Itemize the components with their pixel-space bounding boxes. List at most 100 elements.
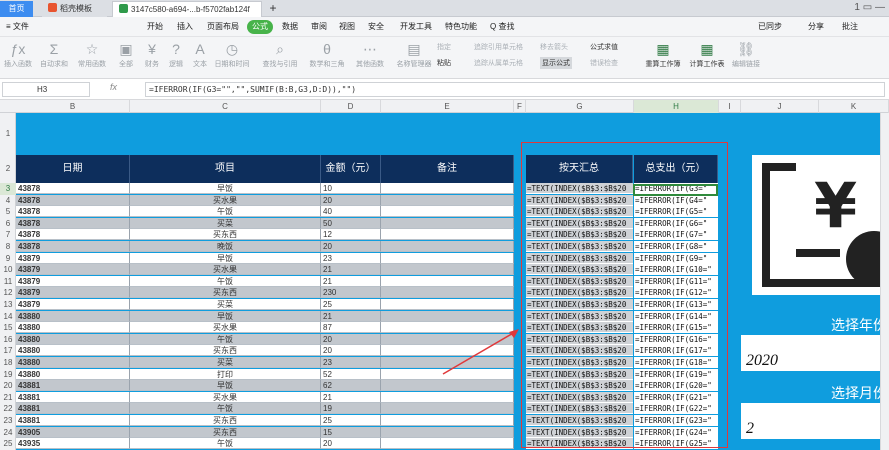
recalc-workbook-button[interactable]: ▦ 重算工作簿 [641,39,685,77]
item-cell[interactable]: 买水果 [130,391,321,403]
column-header-k[interactable]: K [819,100,889,113]
date-cell[interactable]: 43878 [16,217,130,229]
name-manager-button[interactable]: ▤ 名称管理器 [396,39,432,77]
note-cell[interactable] [381,275,514,287]
autosum-button[interactable]: Σ 自动求和 [36,39,72,77]
common-functions-button[interactable]: ☆ 常用函数 [74,39,110,77]
row-header-24[interactable]: 24 [0,427,16,439]
item-cell[interactable]: 午饭 [130,438,321,450]
column-header-b[interactable]: B [16,100,130,113]
paste-button[interactable]: 粘贴 [437,58,451,68]
date-cell[interactable]: 43880 [16,345,130,357]
note-cell[interactable] [381,299,514,310]
amount-cell[interactable]: 20 [321,194,381,206]
note-cell[interactable] [381,287,514,299]
date-cell[interactable]: 43878 [16,206,130,218]
share-button[interactable]: 分享 [808,20,824,34]
amount-cell[interactable]: 20 [321,438,381,450]
row-header-7[interactable]: 7 [0,229,16,241]
evaluate-formula-button[interactable]: 公式求值 [590,42,618,52]
amount-cell[interactable]: 23 [321,357,381,368]
note-cell[interactable] [381,426,514,438]
date-cell[interactable]: 43878 [16,229,130,241]
menu-start[interactable]: 开始 [147,20,163,34]
date-cell[interactable]: 43880 [16,333,130,345]
name-box[interactable]: H3 [2,82,90,97]
menu-special[interactable]: 特色功能 [445,20,477,34]
amount-cell[interactable]: 19 [321,403,381,415]
note-cell[interactable] [381,310,514,322]
date-cell[interactable]: 43935 [16,438,130,450]
date-cell[interactable]: 43878 [16,194,130,206]
date-cell[interactable]: 43905 [16,426,130,438]
row-header-15[interactable]: 15 [0,322,16,334]
menu-formulas[interactable]: 公式 [247,20,273,34]
date-cell[interactable]: 43879 [16,287,130,299]
date-cell[interactable]: 43878 [16,183,130,194]
amount-cell[interactable]: 25 [321,415,381,426]
insert-function-button[interactable]: ƒx 插入函数 [0,39,36,77]
amount-cell[interactable]: 230 [321,287,381,299]
amount-cell[interactable]: 20 [321,345,381,357]
row-header-11[interactable]: 11 [0,276,16,288]
column-header-g[interactable]: G [526,100,634,113]
calc-sheet-button[interactable]: ▦ 计算工作表 [685,39,729,77]
item-cell[interactable]: 买水果 [130,322,321,334]
column-header-h[interactable]: H [634,100,719,113]
new-tab-button[interactable]: + [266,1,280,17]
vertical-scrollbar[interactable] [880,113,889,450]
row-header-3[interactable]: 3 [0,183,16,195]
menu-review[interactable]: 审阅 [311,20,327,34]
error-check-button[interactable]: 错误检查 [590,58,618,68]
row-header-9[interactable]: 9 [0,253,16,265]
item-cell[interactable]: 买水果 [130,264,321,276]
note-cell[interactable] [381,183,514,194]
date-cell[interactable]: 43881 [16,415,130,426]
amount-cell[interactable]: 21 [321,310,381,322]
tab-home[interactable]: 首页 [0,1,33,17]
column-header-i[interactable]: I [719,100,741,113]
note-cell[interactable] [381,229,514,241]
row-header-4[interactable]: 4 [0,195,16,207]
item-cell[interactable]: 买菜 [130,299,321,310]
amount-cell[interactable]: 52 [321,368,381,380]
row-header-6[interactable]: 6 [0,218,16,230]
amount-cell[interactable]: 21 [321,391,381,403]
date-cell[interactable]: 43880 [16,368,130,380]
tab-current-file[interactable]: 3147c580-a694-...b-f5702fab124f [112,1,262,17]
window-controls[interactable]: 1 ▭ — [854,2,885,13]
menu-search[interactable]: Q 查找 [490,20,514,34]
column-header-d[interactable]: D [321,100,381,113]
menu-developer[interactable]: 开发工具 [400,20,432,34]
item-cell[interactable]: 买东西 [130,287,321,299]
item-cell[interactable]: 买东西 [130,426,321,438]
date-cell[interactable]: 43880 [16,357,130,368]
date-cell[interactable]: 43879 [16,299,130,310]
year-value[interactable]: 2020 [741,335,889,371]
note-cell[interactable] [381,438,514,450]
column-header-j[interactable]: J [741,100,819,113]
date-cell[interactable]: 43878 [16,241,130,252]
note-cell[interactable] [381,403,514,415]
row-header-14[interactable]: 14 [0,311,16,323]
column-header-c[interactable]: C [130,100,321,113]
show-formulas-button[interactable]: 显示公式 [540,57,572,69]
row-header-12[interactable]: 12 [0,287,16,299]
note-cell[interactable] [381,264,514,276]
row-header-19[interactable]: 19 [0,369,16,381]
date-cell[interactable]: 43879 [16,275,130,287]
row-header-20[interactable]: 20 [0,380,16,392]
amount-cell[interactable]: 21 [321,275,381,287]
column-header-f[interactable]: F [514,100,526,113]
date-time-button[interactable]: ◷ 日期和时间 [214,39,250,77]
row-header-18[interactable]: 18 [0,357,16,369]
note-cell[interactable] [381,380,514,392]
menu-security[interactable]: 安全 [368,20,384,34]
date-cell[interactable]: 43881 [16,403,130,415]
item-cell[interactable]: 晚饭 [130,241,321,252]
date-cell[interactable]: 43879 [16,264,130,276]
item-cell[interactable]: 打印 [130,368,321,380]
date-cell[interactable]: 43881 [16,380,130,392]
formula-input[interactable]: =IFERROR(IF(G3="","",SUMIF(B:B,G3,D:D)),… [145,82,885,97]
item-cell[interactable]: 午饭 [130,333,321,345]
